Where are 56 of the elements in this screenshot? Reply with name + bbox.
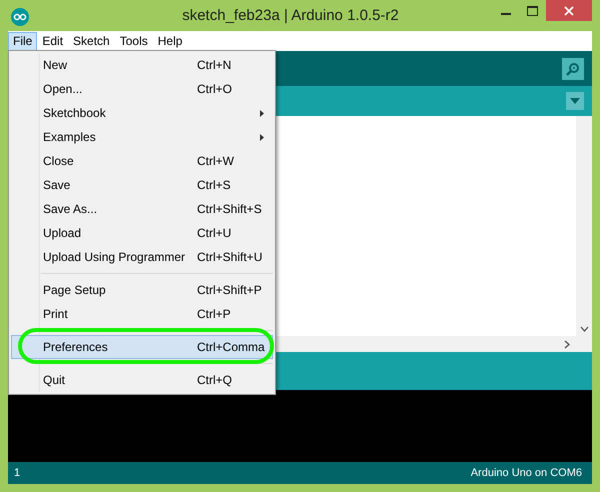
menu-item-label: Save As... <box>43 202 98 216</box>
tab-menu-button[interactable] <box>566 92 584 110</box>
menu-item[interactable]: Open... Ctrl+O <box>11 77 273 101</box>
menu-title[interactable]: Sketch <box>68 32 115 50</box>
minimize-icon <box>500 13 510 15</box>
menu-shortcut: Ctrl+P <box>197 307 231 321</box>
scroll-down-icon[interactable] <box>580 326 588 332</box>
menu-title[interactable]: Help <box>152 32 188 50</box>
menu-title[interactable]: Tools <box>114 32 153 50</box>
magnifier-icon <box>565 62 581 76</box>
menu-item[interactable]: Save Ctrl+S <box>11 173 273 197</box>
menu-item-label: Quit <box>43 373 66 387</box>
menu-item-label: New <box>43 58 68 72</box>
menu-item-label: Open... <box>43 82 82 96</box>
board-port-label: Arduino Uno on COM6 <box>470 467 582 479</box>
app-logo-icon <box>11 8 29 26</box>
menu-shortcut: Ctrl+O <box>197 82 232 96</box>
menu-item[interactable]: Sketchbook <box>11 101 273 125</box>
menu-item[interactable]: Close Ctrl+W <box>11 149 273 173</box>
menu-item[interactable]: Print Ctrl+P <box>11 302 273 326</box>
menu-title[interactable]: Edit <box>37 32 68 50</box>
menu-item[interactable]: Quit Ctrl+Q <box>11 368 273 392</box>
menu-item[interactable]: Upload Using Programmer Ctrl+Shift+U <box>11 245 273 269</box>
menu-shortcut: Ctrl+Comma <box>197 340 265 354</box>
menu-item[interactable]: Preferences Ctrl+Comma <box>11 335 273 359</box>
vertical-scrollbar[interactable] <box>576 116 592 336</box>
menu-item-label: Print <box>43 307 68 321</box>
menu-item-label: Close <box>43 154 74 168</box>
menu-title[interactable]: File <box>8 32 38 50</box>
menu-item-label: Save <box>43 178 70 192</box>
menu-item-label: Upload <box>43 226 82 240</box>
menu-shortcut: Ctrl+N <box>197 58 232 72</box>
menu-item[interactable]: Upload Ctrl+U <box>11 221 273 245</box>
menu-shortcut: Ctrl+Shift+P <box>197 283 262 297</box>
serial-monitor-button[interactable] <box>562 58 584 80</box>
menu-item-label: Page Setup <box>43 283 106 297</box>
menu-shortcut: Ctrl+Q <box>197 373 232 387</box>
menu-shortcut: Ctrl+Shift+U <box>197 250 262 264</box>
menu-item[interactable]: Save As... Ctrl+Shift+S <box>11 197 273 221</box>
line-number: 1 <box>14 467 20 479</box>
menu-item-label: Examples <box>43 130 96 144</box>
window-title: sketch_feb23a | Arduino 1.0.5-r2 <box>181 7 400 24</box>
menu-item-label: Preferences <box>43 340 108 354</box>
scroll-right-icon[interactable] <box>564 340 570 348</box>
close-button[interactable] <box>546 0 592 21</box>
menu-shortcut: Ctrl+S <box>197 178 231 192</box>
menu-item-label: Sketchbook <box>43 106 106 120</box>
menu-shortcut: Ctrl+U <box>197 226 232 240</box>
maximize-icon <box>527 6 538 16</box>
menu-shortcut: Ctrl+W <box>197 154 234 168</box>
dropdown-icon <box>570 98 580 104</box>
menu-item[interactable]: Examples <box>11 125 273 149</box>
close-icon <box>564 6 574 16</box>
menu-item[interactable]: Page Setup Ctrl+Shift+P <box>11 278 273 302</box>
menu-item-label: Upload Using Programmer <box>43 250 186 264</box>
menu-shortcut: Ctrl+Shift+S <box>197 202 262 216</box>
